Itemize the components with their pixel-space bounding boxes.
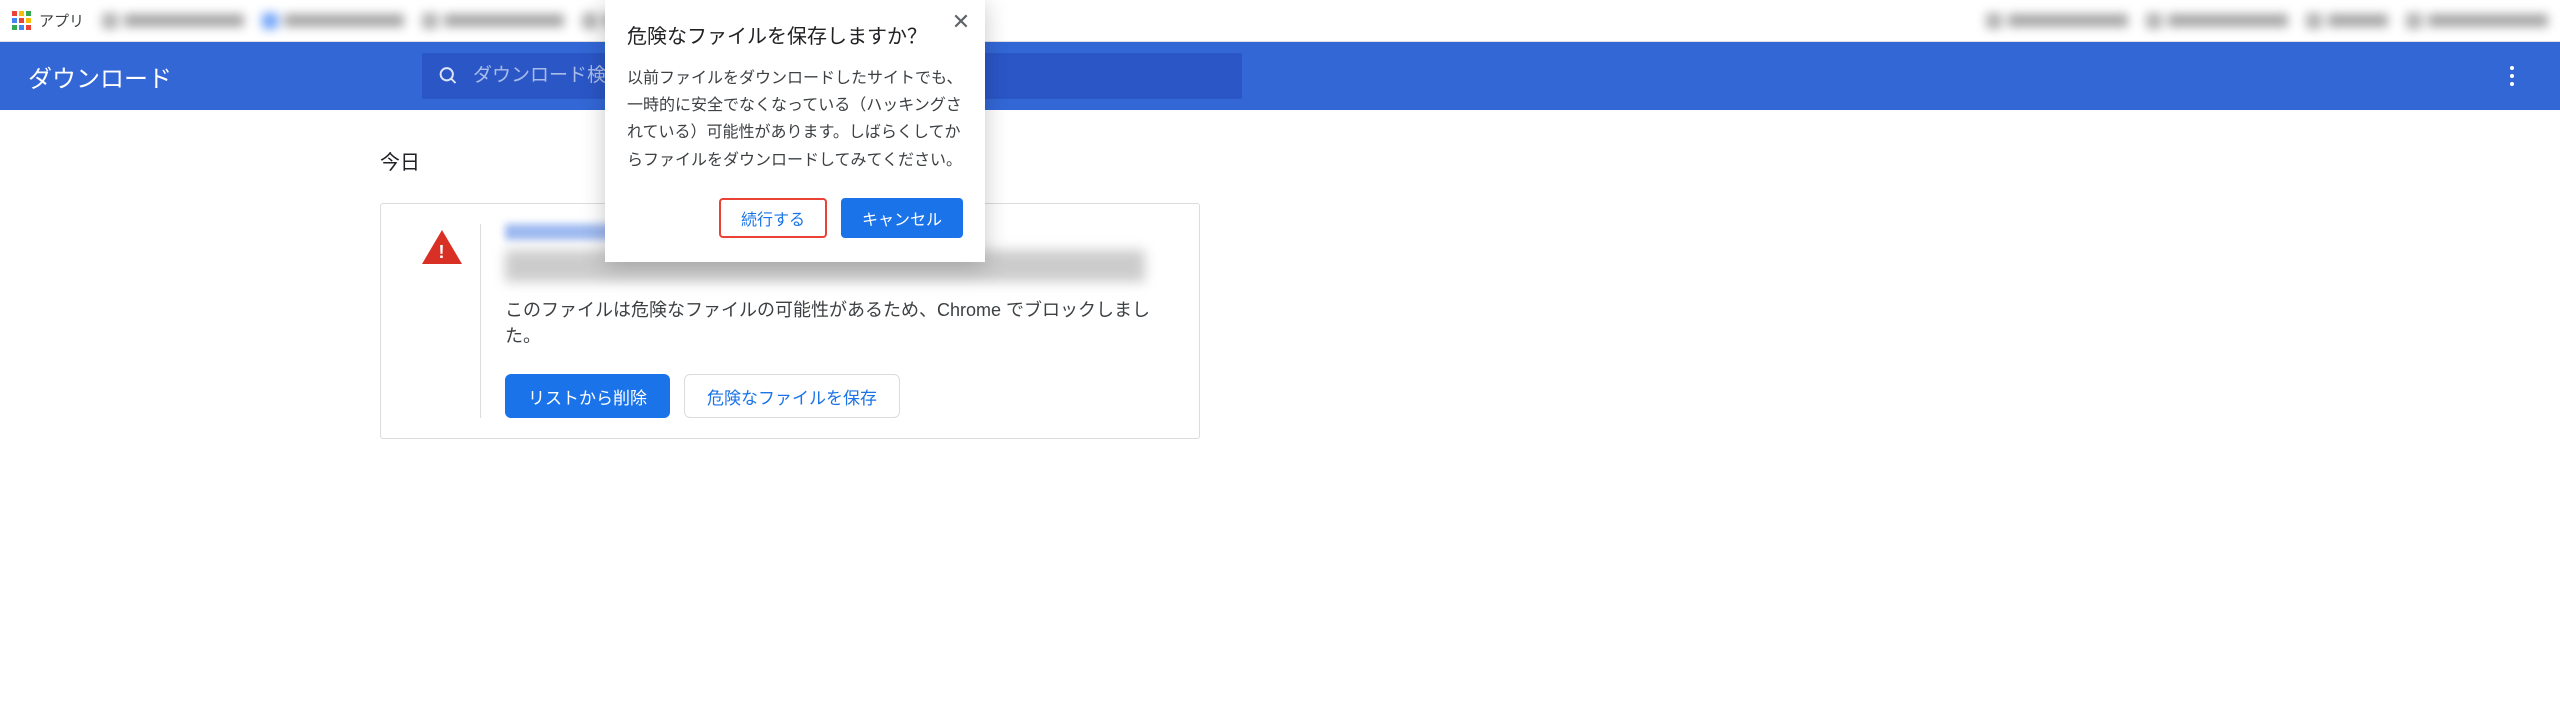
apps-grid-icon [12, 11, 31, 30]
bookmark-item[interactable] [2406, 13, 2548, 29]
bookmark-item[interactable] [2146, 13, 2288, 29]
dialog-actions: 続行する キャンセル [627, 198, 963, 238]
page-title: ダウンロード [28, 59, 172, 94]
dialog-body-text: 以前ファイルをダウンロードしたサイトでも、一時的に安全でなくなっている（ハッキン… [627, 65, 963, 174]
confirm-keep-dialog: ✕ 危険なファイルを保存しますか？ 以前ファイルをダウンロードしたサイトでも、一… [605, 0, 985, 262]
bookmark-item[interactable] [2306, 13, 2388, 29]
app-header: ダウンロード [0, 42, 2560, 110]
dialog-title: 危険なファイルを保存しますか？ [627, 20, 963, 49]
close-icon: ✕ [952, 9, 970, 35]
bookmark-item[interactable] [1986, 13, 2128, 29]
bookmark-item[interactable] [262, 13, 404, 29]
bookmarks-bar: アプリ [0, 0, 2560, 42]
bookmark-item[interactable] [102, 13, 244, 29]
dialog-close-button[interactable]: ✕ [947, 8, 975, 36]
apps-label: アプリ [39, 10, 84, 31]
remove-from-list-button[interactable]: リストから削除 [505, 374, 670, 418]
more-menu-button[interactable] [2492, 56, 2532, 96]
card-icon-column [403, 224, 481, 418]
dialog-continue-button[interactable]: 続行する [719, 198, 827, 238]
search-icon [438, 65, 459, 87]
dialog-cancel-button[interactable]: キャンセル [841, 198, 963, 238]
downloads-body: 今日 このファイルは危険なファイルの可能性があるため、Chrome でブロックし… [0, 110, 2560, 439]
apps-launcher[interactable]: アプリ [12, 10, 84, 31]
bookmark-item[interactable] [422, 13, 564, 29]
keep-dangerous-file-button[interactable]: 危険なファイルを保存 [684, 374, 900, 418]
download-actions: リストから削除 危険なファイルを保存 [505, 374, 1177, 418]
warning-icon [422, 230, 462, 264]
more-vertical-icon [2510, 74, 2514, 78]
download-block-message: このファイルは危険なファイルの可能性があるため、Chrome でブロックしました… [505, 296, 1177, 348]
